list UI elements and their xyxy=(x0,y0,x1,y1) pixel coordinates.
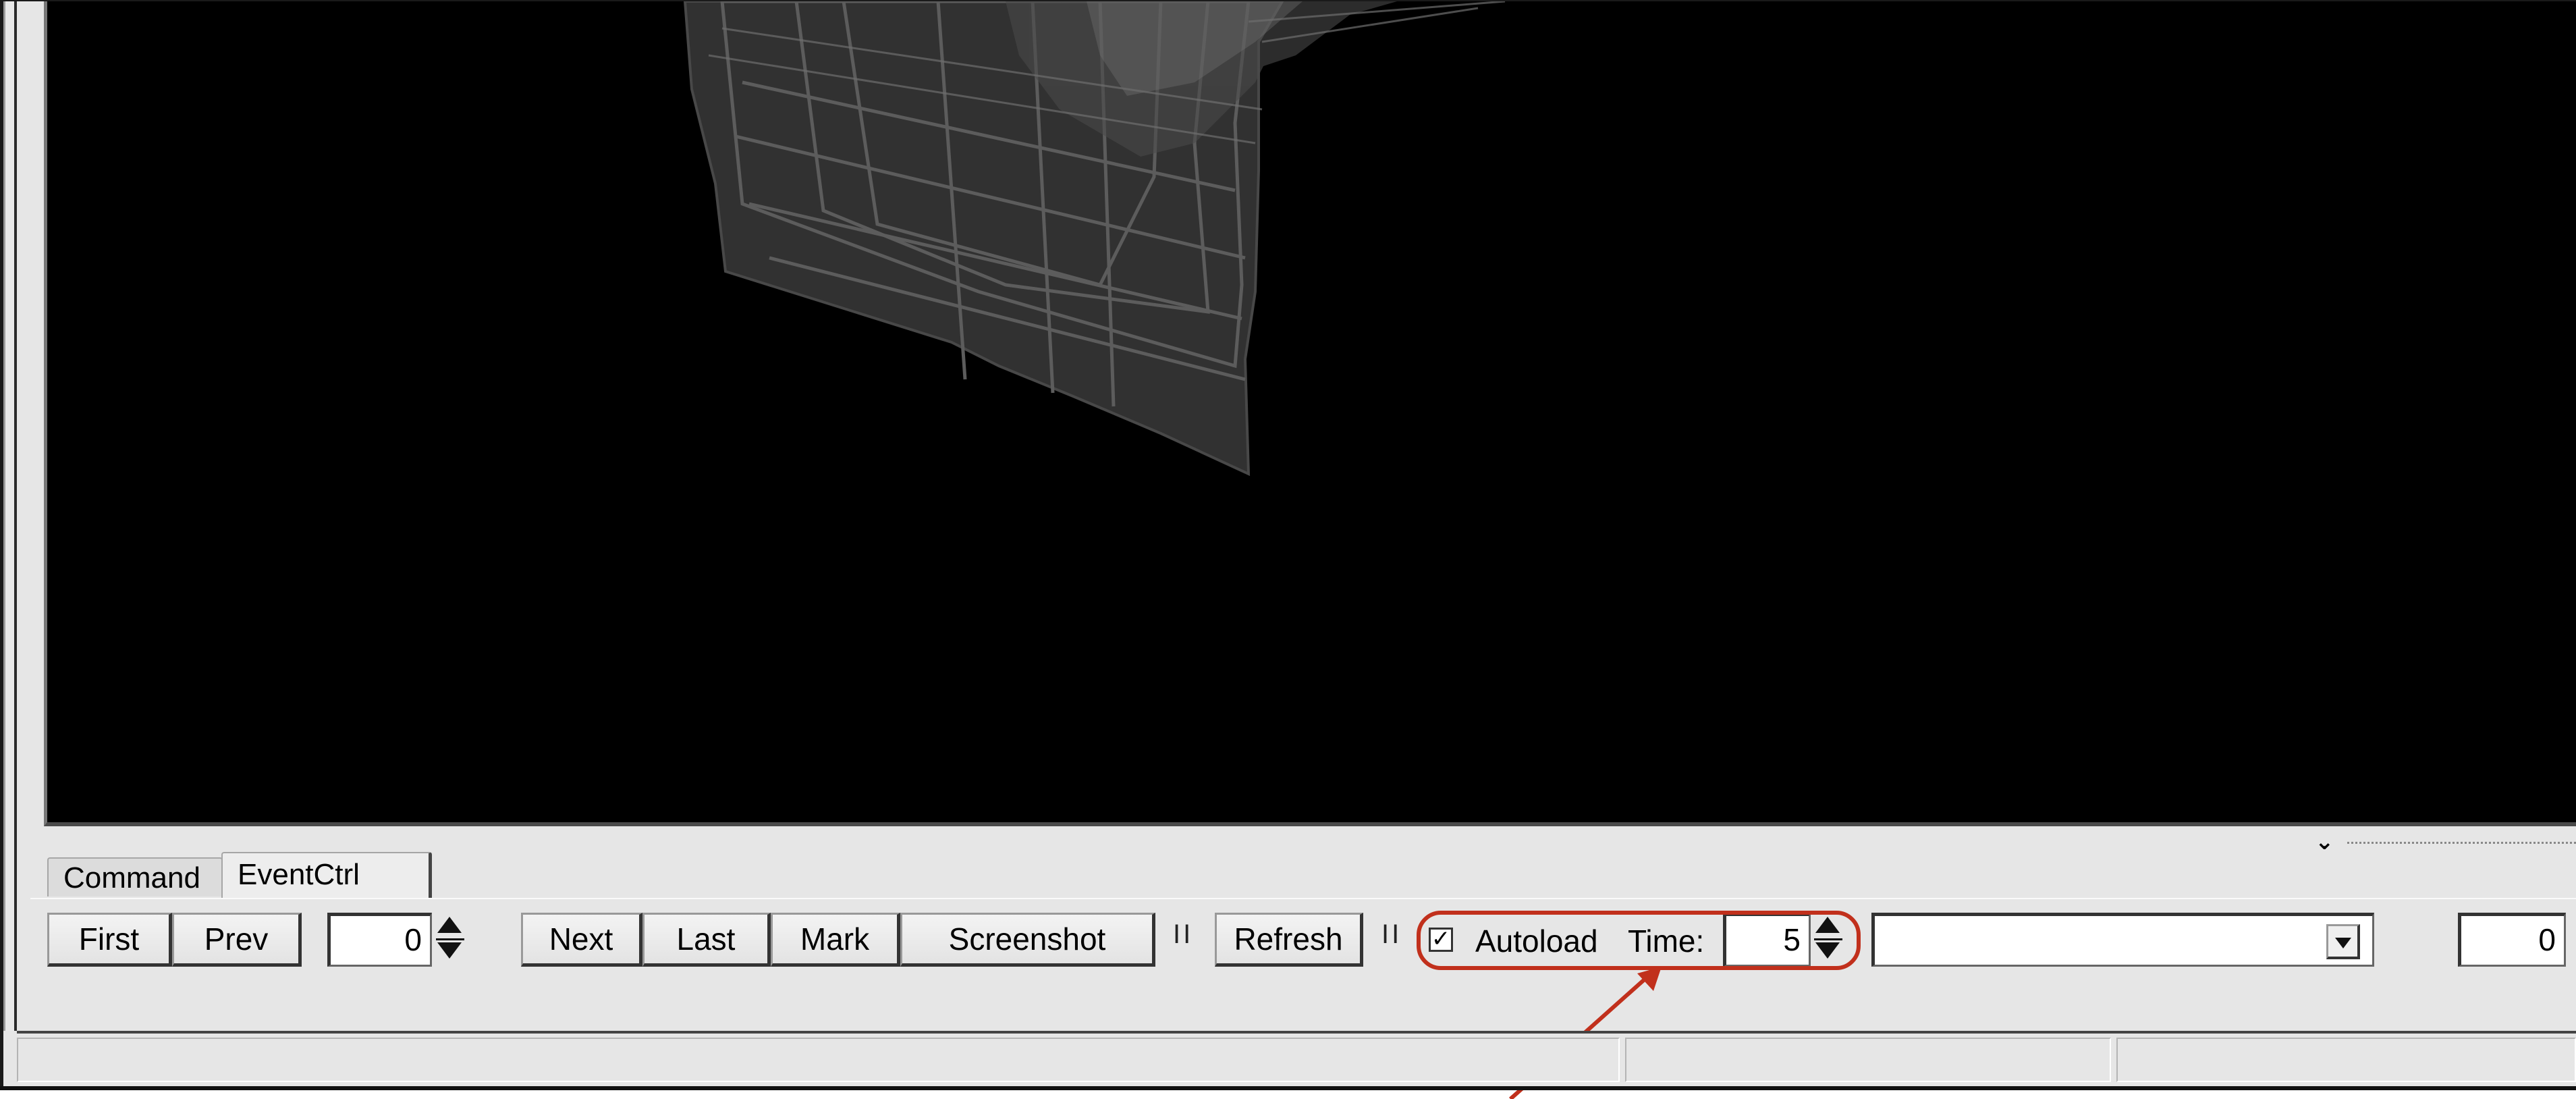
left-frame-strip xyxy=(3,1,17,1031)
screenshot-button[interactable]: Screenshot xyxy=(900,913,1155,967)
spin-up-icon[interactable] xyxy=(1815,917,1840,933)
time-spinner[interactable] xyxy=(1811,913,1845,967)
event-display-viewer[interactable] xyxy=(44,1,2576,826)
next-button[interactable]: Next xyxy=(521,913,642,967)
status-cell-middle xyxy=(1625,1038,2111,1082)
first-button[interactable]: First xyxy=(47,913,172,967)
spin-divider xyxy=(436,938,464,940)
tab-eventctrl[interactable]: EventCtrl xyxy=(221,852,432,898)
toolbar-separator: II xyxy=(1173,919,1194,949)
spin-down-icon[interactable] xyxy=(1815,942,1840,959)
refresh-button[interactable]: Refresh xyxy=(1215,913,1363,967)
tab-command[interactable]: Command xyxy=(47,857,223,896)
detector-rendering xyxy=(683,1,1506,477)
spin-divider xyxy=(1814,938,1842,940)
mark-button[interactable]: Mark xyxy=(771,913,900,967)
dropdown-arrow-icon[interactable] xyxy=(2326,924,2360,959)
autoload-label: Autoload xyxy=(1475,923,1598,959)
spin-up-icon[interactable] xyxy=(437,917,462,933)
event-number-spinner[interactable] xyxy=(433,913,467,967)
prev-button[interactable]: Prev xyxy=(172,913,302,967)
last-button[interactable]: Last xyxy=(642,913,771,967)
splitter-dots xyxy=(2347,842,2576,844)
window-bottom-edge xyxy=(0,1086,2576,1090)
toolbar-separator: II xyxy=(1381,919,1402,949)
checkbox-check-icon: ✓ xyxy=(1431,926,1451,952)
status-cell-main xyxy=(17,1038,1620,1082)
splitter-caret-icon: ⌄ xyxy=(2315,829,2334,855)
spin-down-icon[interactable] xyxy=(437,942,462,959)
time-label: Time: xyxy=(1628,923,1705,959)
status-cell-right xyxy=(2116,1038,2576,1082)
event-selector-dropdown[interactable] xyxy=(1871,913,2374,967)
status-bar xyxy=(17,1031,2576,1086)
right-value-field[interactable]: 0 xyxy=(2458,913,2566,967)
time-input[interactable]: 5 xyxy=(1723,913,1811,967)
autoload-checkbox[interactable]: ✓ xyxy=(1429,928,1453,952)
event-number-input[interactable]: 0 xyxy=(327,913,432,967)
panel-splitter[interactable]: ⌄ xyxy=(2315,830,2576,853)
